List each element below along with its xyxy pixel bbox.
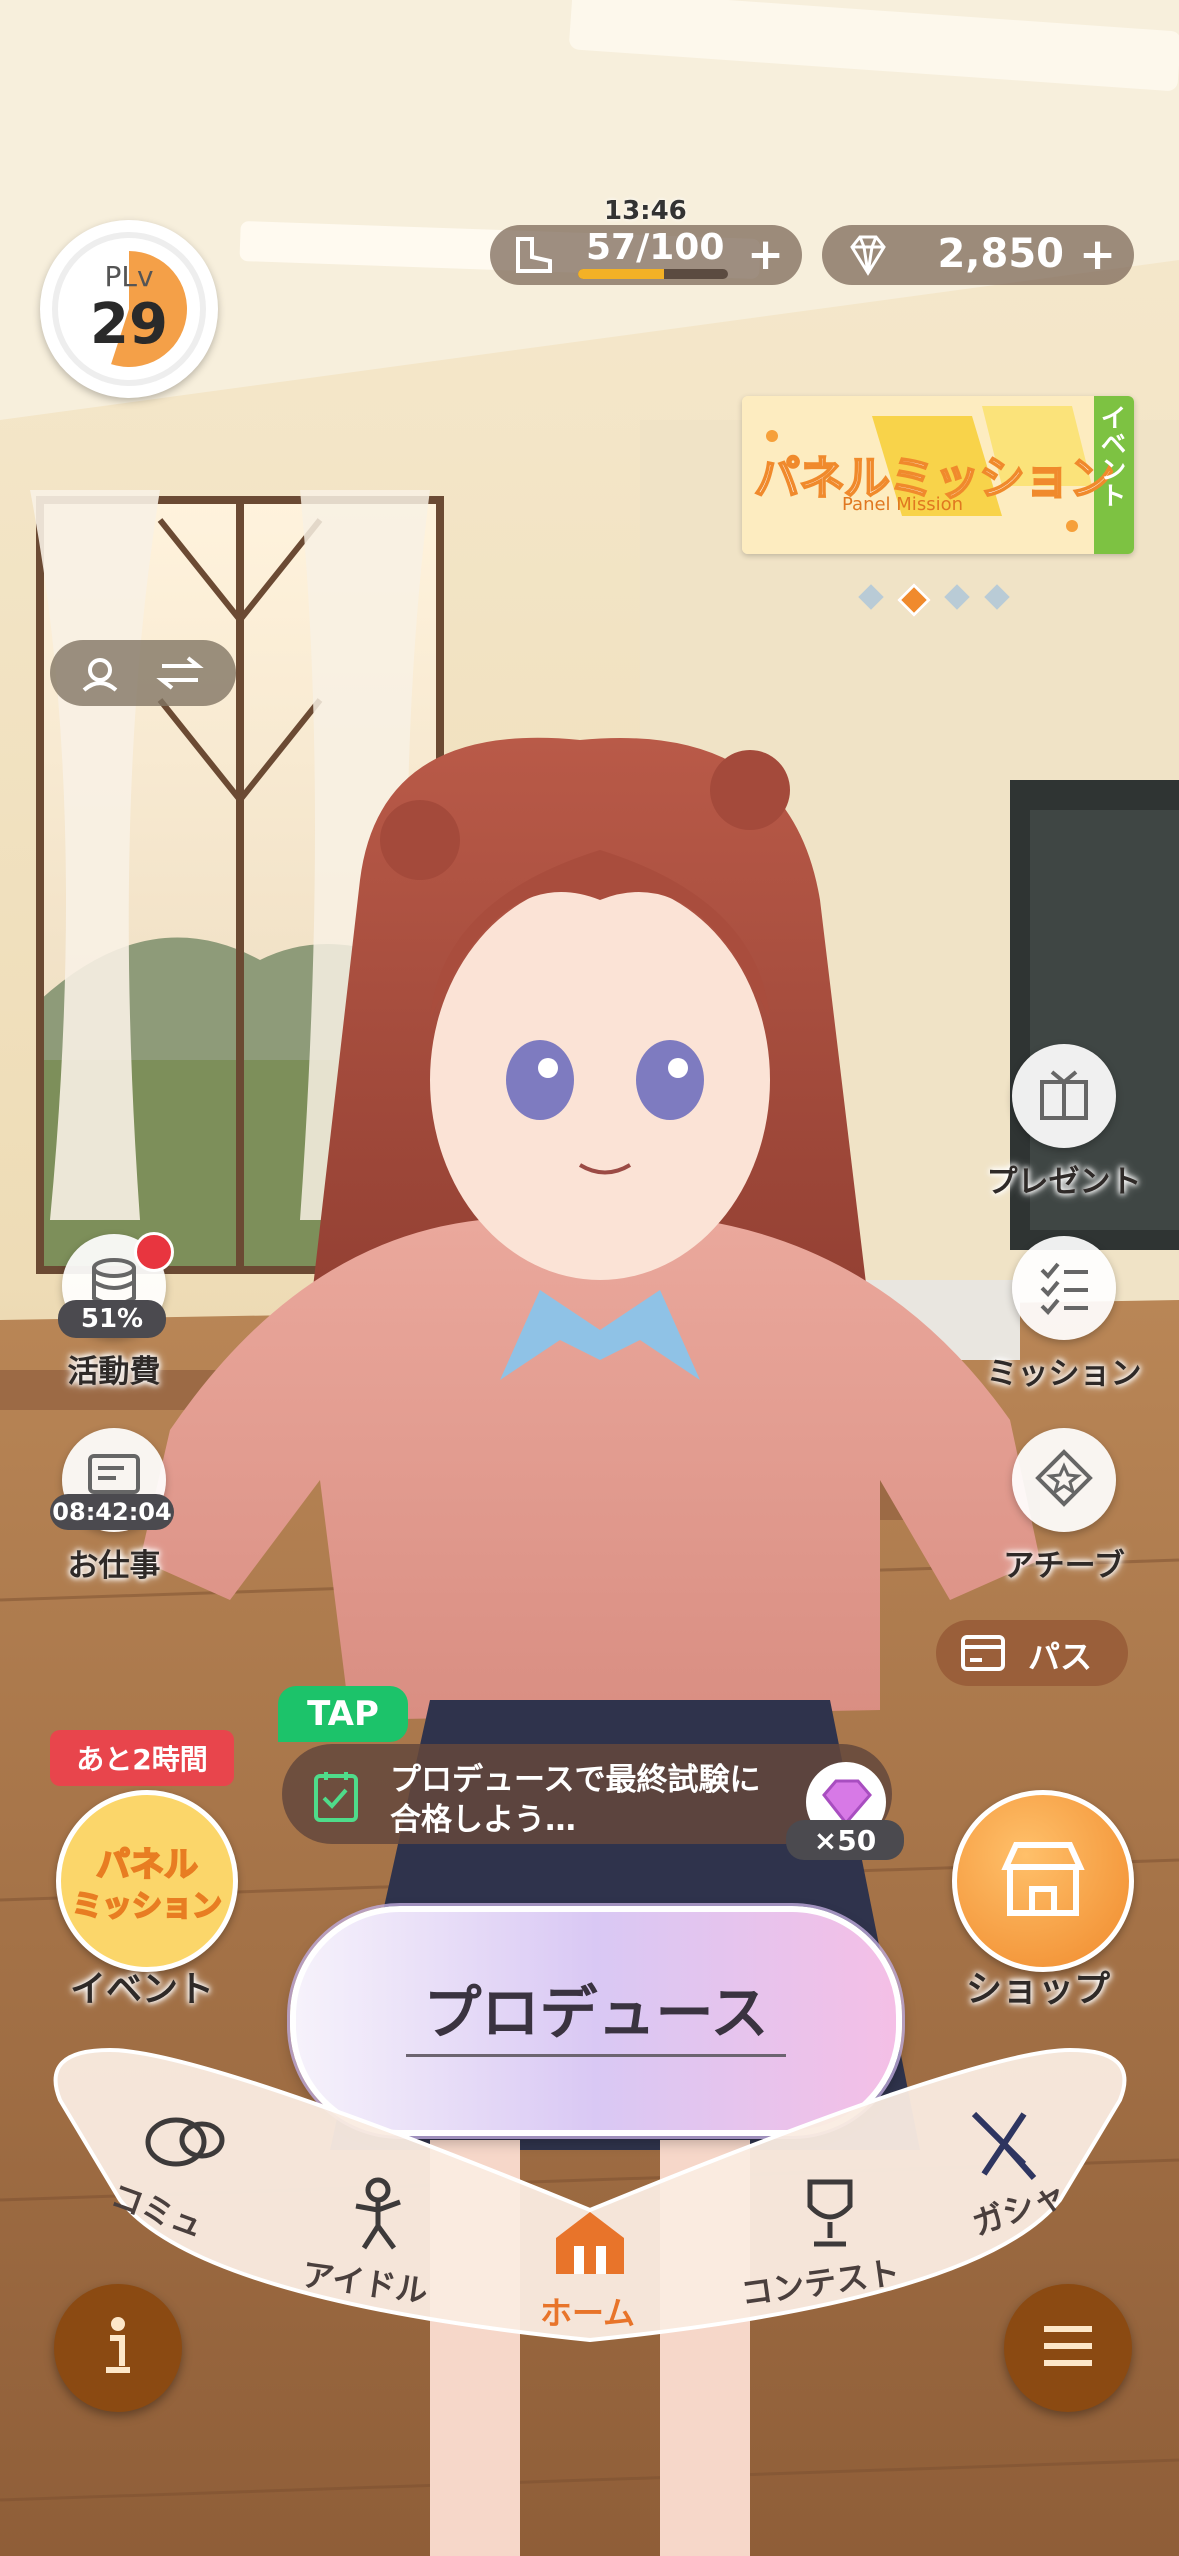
pass-label: パス: [1028, 1638, 1093, 1676]
info-icon: [88, 2314, 148, 2382]
nav-home-label: ホーム: [540, 2294, 636, 2332]
present-button[interactable]: [1012, 1044, 1116, 1148]
event-time-left: あと2時間: [50, 1730, 234, 1786]
home-icon: [550, 2208, 630, 2282]
banner-page-dots: [858, 583, 1010, 617]
event-logo-line1: パネル: [95, 1844, 199, 1886]
nav-gacha[interactable]: ガシャ: [940, 2100, 1100, 2250]
produce-label: プロデュース: [423, 1979, 769, 2047]
info-button[interactable]: [54, 2284, 182, 2412]
gacha-icon: [964, 2104, 1044, 2188]
banner-page-dot[interactable]: [984, 584, 1010, 610]
stamina-value: 57/100: [586, 227, 725, 268]
card-icon: [960, 1634, 1006, 1676]
banner-subtitle: Panel Mission: [842, 494, 963, 515]
banner-page-dot[interactable]: [897, 583, 931, 617]
mission-tip-line2: 合格しよう…: [390, 1802, 576, 1838]
achieve-label: アチーブ: [1003, 1548, 1125, 1584]
level-number: 29: [90, 292, 168, 357]
pass-button[interactable]: パス: [936, 1620, 1128, 1686]
nav-contest-label: コンテスト: [738, 2253, 903, 2313]
event-banner[interactable]: パネルミッション Panel Mission イベント: [742, 396, 1134, 554]
menu-button[interactable]: [1004, 2284, 1132, 2412]
stamina-bar[interactable]: 57/100 +: [490, 225, 802, 285]
stamina-gauge: [578, 269, 728, 279]
present-label: プレゼント: [986, 1164, 1142, 1200]
nav-idol[interactable]: アイドル: [290, 2170, 450, 2320]
clipboard-check-icon: [312, 1768, 366, 1828]
nav-idol-label: アイドル: [299, 2255, 431, 2311]
event-logo-line2: ミッション: [71, 1888, 223, 1925]
boot-icon: [512, 235, 556, 279]
storefront-icon: [998, 1839, 1088, 1923]
banner-page-dot[interactable]: [944, 584, 970, 610]
gift-icon: [1034, 1064, 1094, 1128]
level-prefix: PLv: [104, 260, 154, 293]
trophy-icon: [790, 2176, 870, 2256]
player-level-badge[interactable]: PLv 29: [40, 220, 218, 398]
hamburger-menu-icon: [1038, 2321, 1098, 2375]
work-timer: 08:42:04: [50, 1494, 174, 1530]
event-label: イベント: [69, 1969, 214, 2010]
chat-bubbles-icon: [140, 2110, 230, 2184]
checklist-icon: [1034, 1256, 1094, 1320]
reward-count: ×50: [786, 1820, 904, 1860]
work-label: お仕事: [67, 1548, 161, 1584]
achieve-button[interactable]: [1012, 1428, 1116, 1532]
character-swap-button[interactable]: [50, 640, 236, 706]
dancing-idol-icon: [342, 2176, 412, 2256]
stamina-add-icon[interactable]: +: [747, 229, 784, 280]
gem-add-icon[interactable]: +: [1079, 229, 1116, 280]
banner-page-dot[interactable]: [858, 584, 884, 610]
banner-event-tag: イベント: [1096, 404, 1126, 508]
activity-percent: 51%: [58, 1300, 166, 1338]
gem-bar[interactable]: 2,850 +: [822, 225, 1134, 285]
shop-label: ショップ: [965, 1969, 1110, 2010]
stamina-timer: 13:46: [604, 196, 687, 226]
nav-home[interactable]: ホーム: [520, 2200, 660, 2340]
event-button[interactable]: パネル ミッション: [56, 1790, 238, 1972]
notification-dot: [134, 1232, 174, 1272]
activity-fund-label: 活動費: [67, 1354, 161, 1390]
mission-button[interactable]: [1012, 1236, 1116, 1340]
shop-button[interactable]: [952, 1790, 1134, 1972]
mission-label: ミッション: [986, 1356, 1142, 1392]
nav-commu[interactable]: コミュ: [100, 2100, 260, 2250]
gem-count: 2,850: [937, 231, 1064, 277]
star-frame-icon: [1034, 1448, 1094, 1512]
mission-tip-line1: プロデュースで最終試験に: [390, 1762, 761, 1798]
idol-swap-icon: [74, 650, 214, 700]
nav-contest[interactable]: コンテスト: [730, 2170, 910, 2320]
diamond-icon: [844, 233, 892, 281]
tap-tag: TAP: [278, 1686, 408, 1742]
